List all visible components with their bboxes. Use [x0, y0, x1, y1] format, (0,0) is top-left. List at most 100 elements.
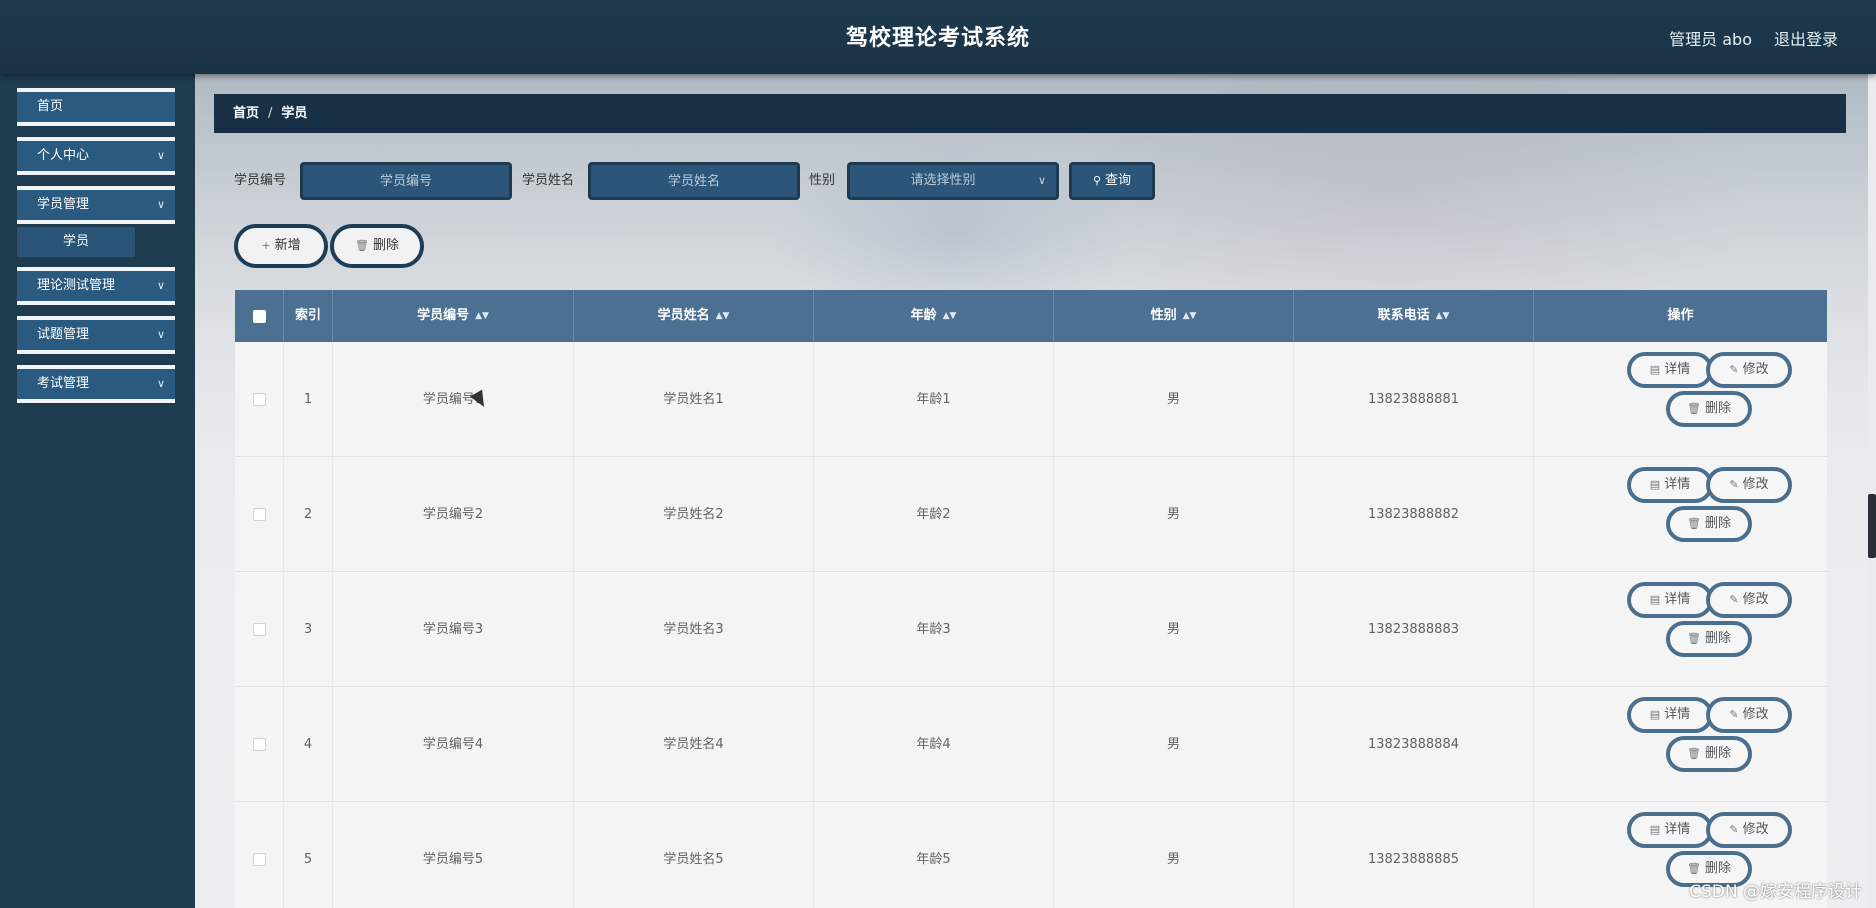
chevron-down-icon: ∨: [1037, 174, 1046, 187]
delete-button[interactable]: 🗑 删除: [1666, 621, 1752, 657]
scrollbar-thumb[interactable]: [1868, 494, 1876, 558]
table-row: 3 学员编号3 学员姓名3 年龄3 男 13823888883 ▤ 详情 ✎ 修改 🗑 删除: [235, 572, 1827, 687]
sidebar-item-theory-test-management[interactable]: 理论测试管理 ∨: [17, 267, 175, 305]
row-checkbox[interactable]: [252, 393, 266, 406]
detail-button[interactable]: ▤ 详情: [1627, 352, 1713, 388]
sidebar-item-label: 学员管理: [37, 197, 90, 212]
detail-button[interactable]: ▤ 详情: [1627, 812, 1713, 848]
gender-select[interactable]: 请选择性别 ∨: [847, 162, 1059, 200]
header-label: 学员编号: [417, 308, 470, 323]
header-gender[interactable]: 性别 ▲▼: [1054, 290, 1294, 342]
document-icon: ▤: [1649, 478, 1661, 491]
sort-icon: ▲▼: [715, 311, 730, 321]
watermark: CSDN @嫁安程序设计: [1689, 882, 1862, 902]
app-title: 驾校理论考试系统: [845, 26, 1030, 51]
detail-button-label: 详情: [1664, 477, 1691, 492]
delete-button-label: 删除: [1704, 746, 1731, 761]
detail-button-label: 详情: [1664, 592, 1691, 607]
cell-phone: 13823888882: [1294, 457, 1534, 572]
gender-select-placeholder: 请选择性别: [910, 173, 976, 188]
header-phone[interactable]: 联系电话 ▲▼: [1294, 290, 1534, 342]
student-id-label: 学员编号: [234, 173, 287, 188]
delete-button-label: 删除: [1704, 631, 1731, 646]
sidebar-item-label: 考试管理: [37, 376, 90, 391]
row-checkbox[interactable]: [252, 853, 266, 866]
search-icon: ⚲: [1092, 174, 1102, 187]
table-row: 2 学员编号2 学员姓名2 年龄2 男 13823888882 ▤ 详情 ✎ 修改 🗑 删除: [235, 457, 1827, 572]
pencil-icon: ✎: [1729, 363, 1739, 376]
detail-button[interactable]: ▤ 详情: [1627, 697, 1713, 733]
table-row: 5 学员编号5 学员姓名5 年龄5 男 13823888885 ▤ 详情 ✎ 修改 🗑 删除: [235, 802, 1827, 908]
row-checkbox[interactable]: [252, 508, 266, 521]
header-index: 索引: [284, 290, 333, 342]
edit-button[interactable]: ✎ 修改: [1706, 812, 1792, 848]
document-icon: ▤: [1649, 593, 1661, 606]
sidebar-item-question-management[interactable]: 试题管理 ∨: [17, 316, 175, 354]
detail-button-label: 详情: [1664, 822, 1691, 837]
pencil-icon: ✎: [1729, 708, 1739, 721]
document-icon: ▤: [1649, 708, 1661, 721]
cell-name: 学员姓名1: [574, 342, 814, 457]
top-header: 驾校理论考试系统 管理员 abo 退出登录: [0, 0, 1876, 74]
select-all-checkbox-cell: [235, 290, 284, 342]
cell-age: 年龄1: [814, 342, 1054, 457]
delete-button-label: 删除: [1704, 516, 1731, 531]
sidebar-item-personal-center[interactable]: 个人中心 ∨: [17, 137, 175, 175]
edit-button[interactable]: ✎ 修改: [1706, 467, 1792, 503]
table-row: 4 学员编号4 学员姓名4 年龄4 男 13823888884 ▤ 详情 ✎ 修改 🗑 删除: [235, 687, 1827, 802]
cell-age: 年龄3: [814, 572, 1054, 687]
cell-index: 5: [284, 802, 333, 908]
delete-button[interactable]: 🗑 删除: [1666, 506, 1752, 542]
cell-phone: 13823888884: [1294, 687, 1534, 802]
select-all-checkbox[interactable]: [252, 310, 266, 323]
cell-name: 学员姓名3: [574, 572, 814, 687]
pencil-icon: ✎: [1729, 478, 1739, 491]
logout-link[interactable]: 退出登录: [1774, 26, 1838, 50]
trash-icon: 🗑: [1687, 402, 1701, 415]
delete-button[interactable]: 🗑 删除: [1666, 391, 1752, 427]
cell-phone: 13823888885: [1294, 802, 1534, 908]
detail-button-label: 详情: [1664, 707, 1691, 722]
edit-button-label: 修改: [1742, 822, 1769, 837]
breadcrumb-current: 学员: [281, 106, 308, 121]
sidebar-subitem-student[interactable]: 学员: [17, 227, 135, 257]
cell-age: 年龄5: [814, 802, 1054, 908]
header-age[interactable]: 年龄 ▲▼: [814, 290, 1054, 342]
header-student-name[interactable]: 学员姓名 ▲▼: [574, 290, 814, 342]
sidebar-item-home[interactable]: 首页: [17, 88, 175, 126]
cell-actions: ▤ 详情 ✎ 修改 🗑 删除: [1534, 687, 1827, 802]
delete-button[interactable]: 🗑 删除: [1666, 736, 1752, 772]
header-label: 性别: [1150, 308, 1177, 323]
delete-button-label: 删除: [1704, 861, 1731, 876]
cell-id: 学员编号1: [333, 342, 574, 457]
current-user: 管理员 abo: [1669, 30, 1752, 49]
edit-button[interactable]: ✎ 修改: [1706, 697, 1792, 733]
row-checkbox-cell: [235, 572, 284, 687]
header-label: 联系电话: [1377, 308, 1430, 323]
batch-delete-button[interactable]: 🗑 删除: [330, 224, 424, 268]
batch-delete-button-label: 删除: [372, 238, 399, 253]
cell-gender: 男: [1054, 572, 1294, 687]
sidebar-item-exam-management[interactable]: 考试管理 ∨: [17, 365, 175, 403]
edit-button[interactable]: ✎ 修改: [1706, 352, 1792, 388]
student-name-input[interactable]: [588, 162, 800, 200]
detail-button[interactable]: ▤ 详情: [1627, 582, 1713, 618]
cell-id: 学员编号4: [333, 687, 574, 802]
trash-icon: 🗑: [1687, 747, 1701, 760]
edit-button[interactable]: ✎ 修改: [1706, 582, 1792, 618]
add-button[interactable]: + 新增: [234, 224, 328, 268]
cell-actions: ▤ 详情 ✎ 修改 🗑 删除: [1534, 572, 1827, 687]
page-scrollbar[interactable]: [1868, 74, 1876, 908]
sort-icon: ▲▼: [1435, 311, 1450, 321]
student-id-input[interactable]: [300, 162, 512, 200]
row-checkbox[interactable]: [252, 738, 266, 751]
row-checkbox[interactable]: [252, 623, 266, 636]
cell-actions: ▤ 详情 ✎ 修改 🗑 删除: [1534, 342, 1827, 457]
cell-age: 年龄2: [814, 457, 1054, 572]
detail-button[interactable]: ▤ 详情: [1627, 467, 1713, 503]
header-student-id[interactable]: 学员编号 ▲▼: [333, 290, 574, 342]
sidebar-item-student-management[interactable]: 学员管理 ∨: [17, 186, 175, 224]
table-header: 索引 学员编号 ▲▼ 学员姓名 ▲▼ 年龄 ▲▼ 性别 ▲▼ 联系电话 ▲▼ 操作: [235, 290, 1827, 342]
query-button[interactable]: ⚲ 查询: [1069, 162, 1155, 200]
breadcrumb-home[interactable]: 首页: [233, 106, 259, 121]
